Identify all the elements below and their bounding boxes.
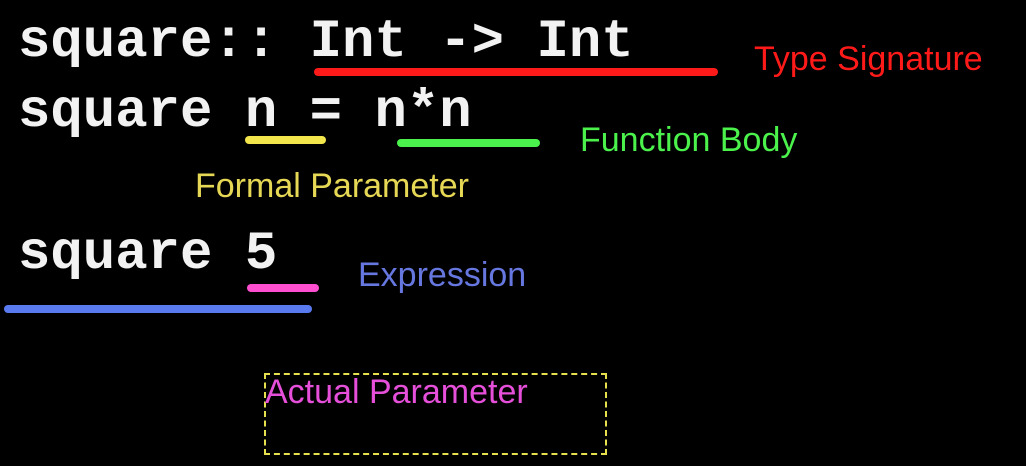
expression-label: Expression <box>358 256 527 294</box>
actual-parameter-underline <box>247 284 319 292</box>
type-signature-underline <box>314 68 718 76</box>
formal-parameter-label: Formal Parameter <box>195 167 469 205</box>
actual-parameter-label: Actual Parameter <box>265 373 528 411</box>
type-signature-code-line: square:: Int -> Int <box>18 12 634 73</box>
function-body-underline <box>397 139 540 147</box>
type-signature-label: Type Signature <box>754 40 983 78</box>
expression-underline <box>4 305 312 313</box>
expression-code-line: square 5 <box>18 224 278 285</box>
function-body-label: Function Body <box>580 121 798 159</box>
haskell-function-diagram: square:: Int -> Int square n = n*n squar… <box>0 0 1026 466</box>
definition-code-line: square n = n*n <box>18 82 472 143</box>
formal-parameter-underline <box>245 136 326 144</box>
